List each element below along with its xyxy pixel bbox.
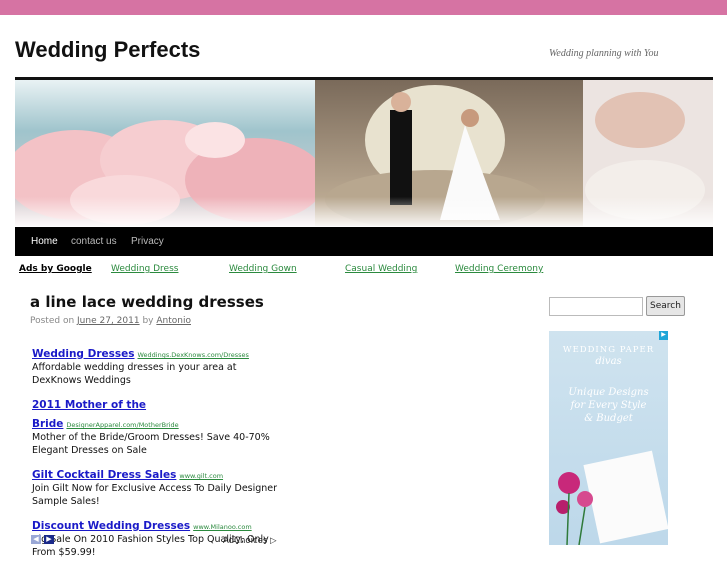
ad-title-link[interactable]: Wedding Dresses [32,348,135,360]
ads-by-google-label[interactable]: Ads by Google [19,264,92,274]
site-title[interactable]: Wedding Perfects [15,37,200,63]
header-banner-image [15,80,713,226]
ad-info-icon[interactable]: ▶ [659,331,668,340]
ad-description: Join Gilt Now for Exclusive Access To Da… [32,483,278,507]
posted-on-label: Posted on [30,316,75,326]
ad-title-link[interactable]: Gilt Cocktail Dress Sales [32,469,176,481]
site-description: Wedding planning with You [549,48,659,59]
ad-url-link[interactable]: Weddings.DexKnows.com/Dresses [138,351,249,359]
nav-item-home[interactable]: Home [31,236,58,247]
search-input[interactable] [549,297,643,316]
ad-url-link[interactable]: DesignerApparel.com/MotherBride [66,421,178,429]
post-meta: Posted on June 27, 2011 by Antonio [30,316,191,326]
post-author-link[interactable]: Antonio [156,316,191,326]
ad-link-wedding-gown[interactable]: Wedding Gown [229,264,297,274]
search-button[interactable]: Search [646,296,685,316]
tagline-line: for Every Style [570,400,647,411]
ad-link-wedding-dress[interactable]: Wedding Dress [111,264,178,274]
sidebar-ad-brand-line2: divas [595,356,622,367]
adsense-block: Wedding Dresses Weddings.DexKnows.com/Dre… [32,342,282,565]
top-accent-bar [0,0,727,15]
ad-url-link[interactable]: www.gilt.com [179,472,223,480]
by-label: by [142,316,154,326]
tagline-line: & Budget [584,413,633,424]
ad-description: Affordable wedding dresses in your area … [32,362,237,386]
nav-item-privacy[interactable]: Privacy [131,236,164,247]
sidebar-ad-banner[interactable]: WEDDING PAPER divas Unique Designs for E… [549,331,668,545]
ad-unit: Wedding Dresses Weddings.DexKnows.com/Dre… [32,342,282,387]
prev-arrow-icon[interactable]: ◀ [31,535,41,544]
ad-unit: Gilt Cocktail Dress Sales www.gilt.com Jo… [32,463,282,508]
sidebar-ad-tagline: Unique Designs for Every Style & Budget [549,386,668,425]
ad-unit: 2011 Mother of the Bride DesignerApparel.… [32,393,282,457]
next-arrow-icon[interactable]: ▶ [44,535,54,544]
nav-item-contact-us[interactable]: contact us [71,236,117,247]
ad-link-casual-wedding[interactable]: Casual Wedding [345,264,417,274]
sidebar-ad-brand-line1: WEDDING PAPER [562,345,655,355]
ad-pager: ◀ ▶ [31,535,54,553]
ad-description: Mother of the Bride/Groom Dresses! Save … [32,432,270,456]
post-date-link[interactable]: June 27, 2011 [77,316,140,326]
ad-link-wedding-ceremony[interactable]: Wedding Ceremony [455,264,543,274]
ad-url-link[interactable]: www.Milanoo.com [193,523,252,531]
ad-link-bar: Ads by Google Wedding Dress Wedding Gown… [0,264,727,278]
main-navigation: Home contact us Privacy [15,227,713,256]
ad-title-link[interactable]: Discount Wedding Dresses [32,520,190,532]
tagline-line: Unique Designs [568,387,649,398]
invitation-card-illustration [556,450,668,545]
sidebar-ad-brand: WEDDING PAPER divas [549,345,668,367]
post-title[interactable]: a line lace wedding dresses [30,293,264,311]
